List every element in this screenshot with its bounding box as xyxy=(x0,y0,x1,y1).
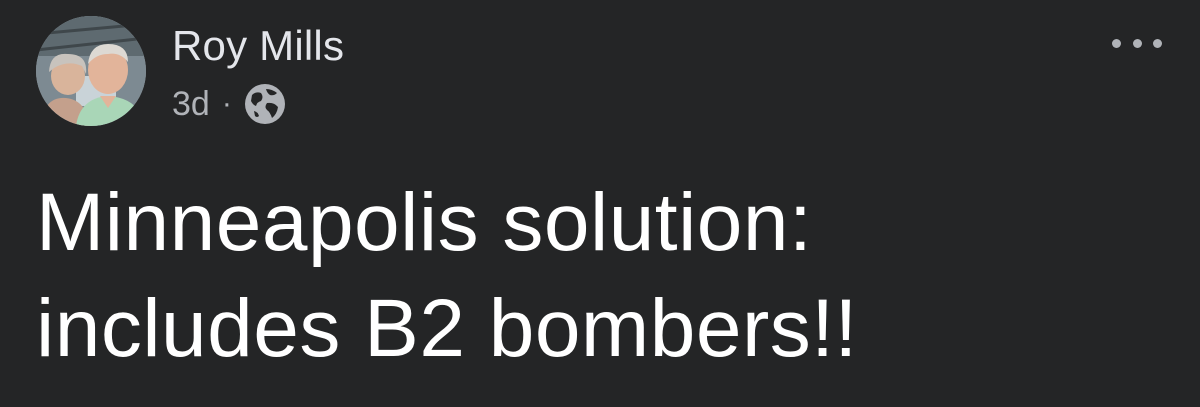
more-options-button[interactable] xyxy=(1112,28,1162,58)
facebook-post: Roy Mills 3d · Minneapolis solution: inc… xyxy=(0,0,1200,407)
post-text: Minneapolis solution: includes B2 bomber… xyxy=(36,170,1176,382)
meta-separator: · xyxy=(221,87,232,120)
author-avatar[interactable] xyxy=(36,16,146,126)
globe-icon[interactable] xyxy=(244,83,286,125)
more-dots-icon xyxy=(1112,38,1121,48)
post-timestamp[interactable]: 3d xyxy=(172,85,210,124)
author-name[interactable]: Roy Mills xyxy=(172,18,344,74)
post-meta: 3d · xyxy=(172,80,286,128)
more-dots-icon xyxy=(1153,38,1162,48)
avatar-photo xyxy=(36,16,146,126)
post-text-line: Minneapolis solution: xyxy=(36,177,813,268)
more-dots-icon xyxy=(1132,38,1142,48)
post-text-line: includes B2 bombers!! xyxy=(36,283,858,374)
